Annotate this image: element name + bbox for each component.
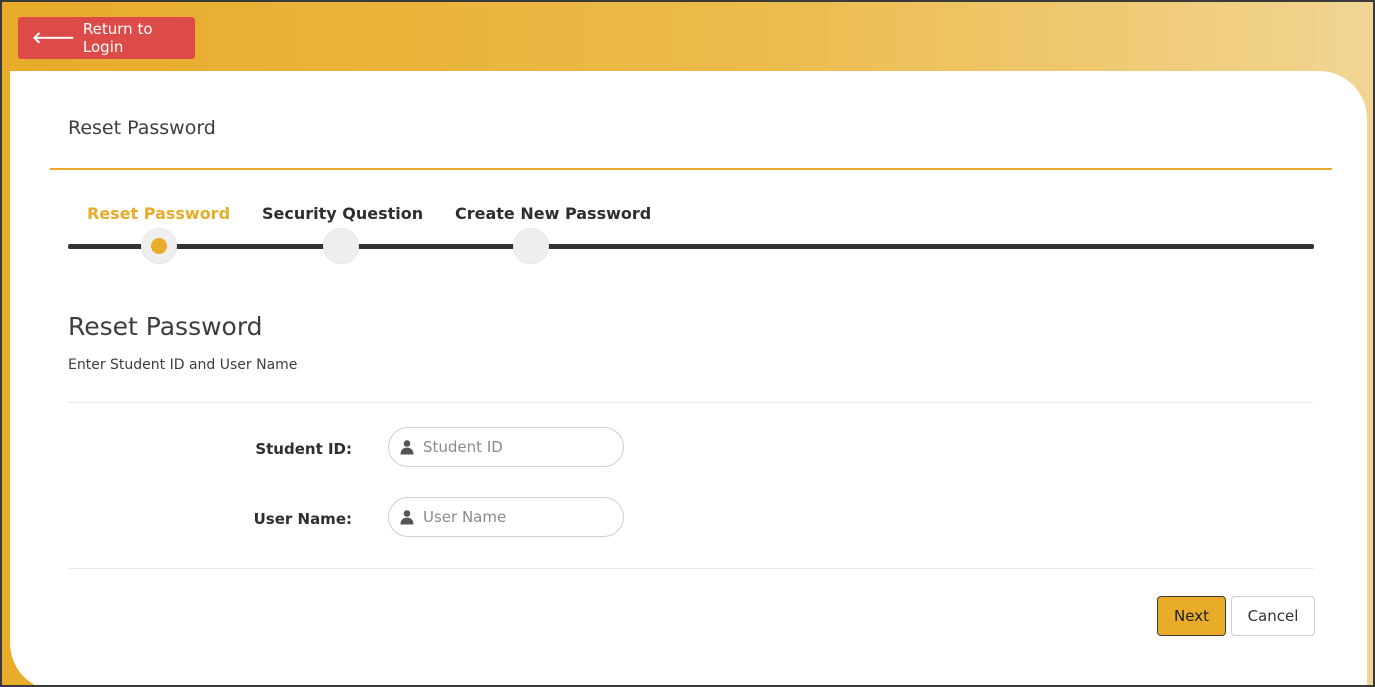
user-icon: [400, 510, 414, 525]
step-dot-active-indicator: [151, 238, 167, 254]
step-label-reset-password: Reset Password: [87, 204, 231, 223]
step-dot-reset-password: [141, 228, 177, 264]
return-to-login-button[interactable]: 🡐 Return to Login: [18, 17, 195, 59]
cancel-button[interactable]: Cancel: [1231, 596, 1315, 636]
form-divider-bottom: [68, 568, 1314, 569]
page-frame: 🡐 Return to Login Reset Password Reset P…: [0, 0, 1375, 687]
step-dot-security-question: [323, 228, 359, 264]
user-name-label: User Name:: [253, 510, 352, 528]
step-label-create-new-password: Create New Password: [455, 204, 652, 223]
form-title: Reset Password: [68, 312, 263, 341]
form-divider-top: [68, 402, 1314, 403]
arrow-left-icon: 🡐: [32, 28, 75, 47]
step-progress-track: [68, 244, 1314, 249]
reset-password-panel: Reset Password Reset Password Security Q…: [10, 71, 1367, 685]
return-to-login-label: Return to Login: [82, 20, 153, 56]
user-name-field[interactable]: [388, 497, 624, 537]
step-dot-create-new-password: [513, 228, 549, 264]
student-id-label: Student ID:: [255, 440, 352, 458]
panel-title: Reset Password: [68, 117, 216, 139]
student-id-input[interactable]: [423, 438, 603, 456]
panel-divider: [50, 168, 1332, 170]
next-button[interactable]: Next: [1157, 596, 1226, 636]
student-id-field[interactable]: [388, 427, 624, 467]
user-icon: [400, 440, 414, 455]
user-name-input[interactable]: [423, 508, 603, 526]
form-subtitle: Enter Student ID and User Name: [68, 357, 298, 373]
step-label-security-question: Security Question: [262, 204, 424, 223]
